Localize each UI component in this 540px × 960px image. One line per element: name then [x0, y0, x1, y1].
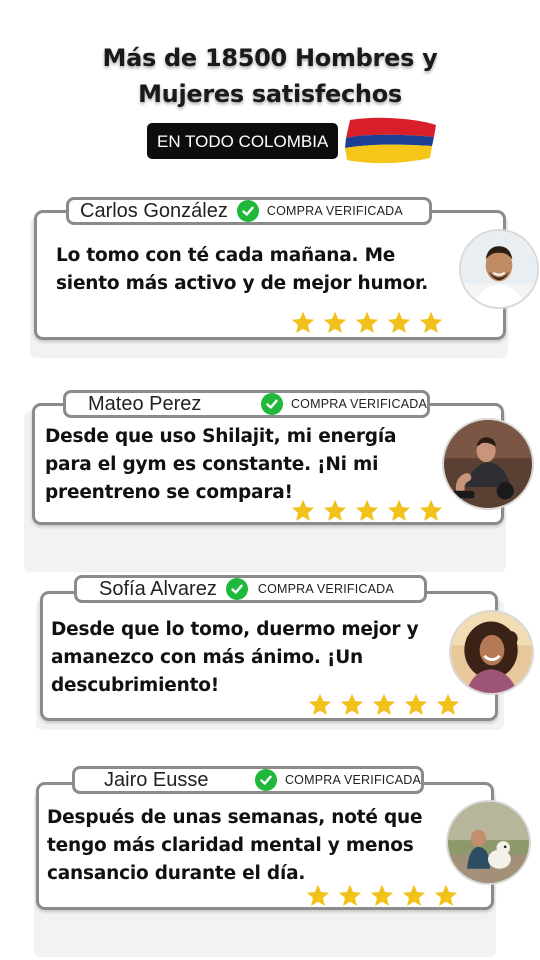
verified-check-icon	[260, 393, 283, 415]
verified-check-icon	[236, 200, 259, 222]
verified-purchase-label: COMPRA VERIFICADA	[290, 397, 427, 411]
star-icon	[434, 884, 458, 906]
headline-line-1: Más de 18500 Hombres y	[102, 44, 438, 72]
star-icon	[387, 499, 411, 521]
man-gym-avatar	[442, 418, 534, 510]
page-headline: Más de 18500 Hombres y Mujeres satisfech…	[0, 40, 540, 112]
verified-check-icon	[225, 578, 248, 600]
star-icon	[306, 884, 330, 906]
reviewer-name: Sofía Alvarez	[99, 577, 217, 600]
star-icon	[402, 884, 426, 906]
star-icon	[355, 499, 379, 521]
star-rating	[290, 498, 444, 523]
star-icon	[419, 499, 443, 521]
man-with-dog-avatar	[446, 800, 531, 885]
star-icon	[308, 693, 332, 715]
headline-line-2: Mujeres satisfechos	[138, 80, 402, 108]
review-text: Desde que uso Shilajit, mi energía para …	[45, 426, 397, 503]
reviewer-name: Mateo Perez	[88, 392, 202, 415]
star-icon	[340, 693, 364, 715]
star-icon	[387, 311, 411, 333]
star-icon	[436, 693, 460, 715]
review-name-tab: Jairo Eusse COMPRA VERIFICADA	[72, 766, 424, 794]
review-text: Después de unas semanas, noté que tengo …	[47, 807, 423, 884]
star-icon	[404, 693, 428, 715]
star-icon	[370, 884, 394, 906]
star-icon	[291, 499, 315, 521]
man-smiling-avatar	[459, 229, 539, 309]
reviewer-name: Carlos González	[80, 199, 228, 222]
review-name-tab: Carlos González COMPRA VERIFICADA	[66, 197, 432, 225]
star-icon	[355, 311, 379, 333]
star-icon	[338, 884, 362, 906]
reviewer-name: Jairo Eusse	[104, 768, 209, 791]
star-icon	[419, 311, 443, 333]
region-row: EN TODO COLOMBIA	[147, 116, 440, 166]
review-text: Desde que lo tomo, duermo mejor y amanez…	[51, 619, 419, 696]
star-icon	[372, 693, 396, 715]
star-rating	[305, 883, 459, 908]
review-text: Lo tomo con té cada mañana. Me siento má…	[56, 245, 429, 294]
colombia-flag-icon	[345, 117, 437, 164]
verified-purchase-label: COMPRA VERIFICADA	[266, 204, 403, 218]
verified-check-icon	[254, 769, 277, 791]
review-name-tab: Sofía Alvarez COMPRA VERIFICADA	[74, 575, 427, 603]
star-icon	[323, 499, 347, 521]
star-icon	[323, 311, 347, 333]
review-name-tab: Mateo Perez COMPRA VERIFICADA	[63, 390, 430, 418]
verified-purchase-label: COMPRA VERIFICADA	[257, 582, 394, 596]
woman-smiling-avatar	[449, 610, 534, 695]
verified-purchase-label: COMPRA VERIFICADA	[284, 773, 421, 787]
star-icon	[291, 311, 315, 333]
region-badge: EN TODO COLOMBIA	[147, 123, 339, 159]
star-rating	[290, 310, 444, 335]
star-rating	[307, 692, 461, 717]
